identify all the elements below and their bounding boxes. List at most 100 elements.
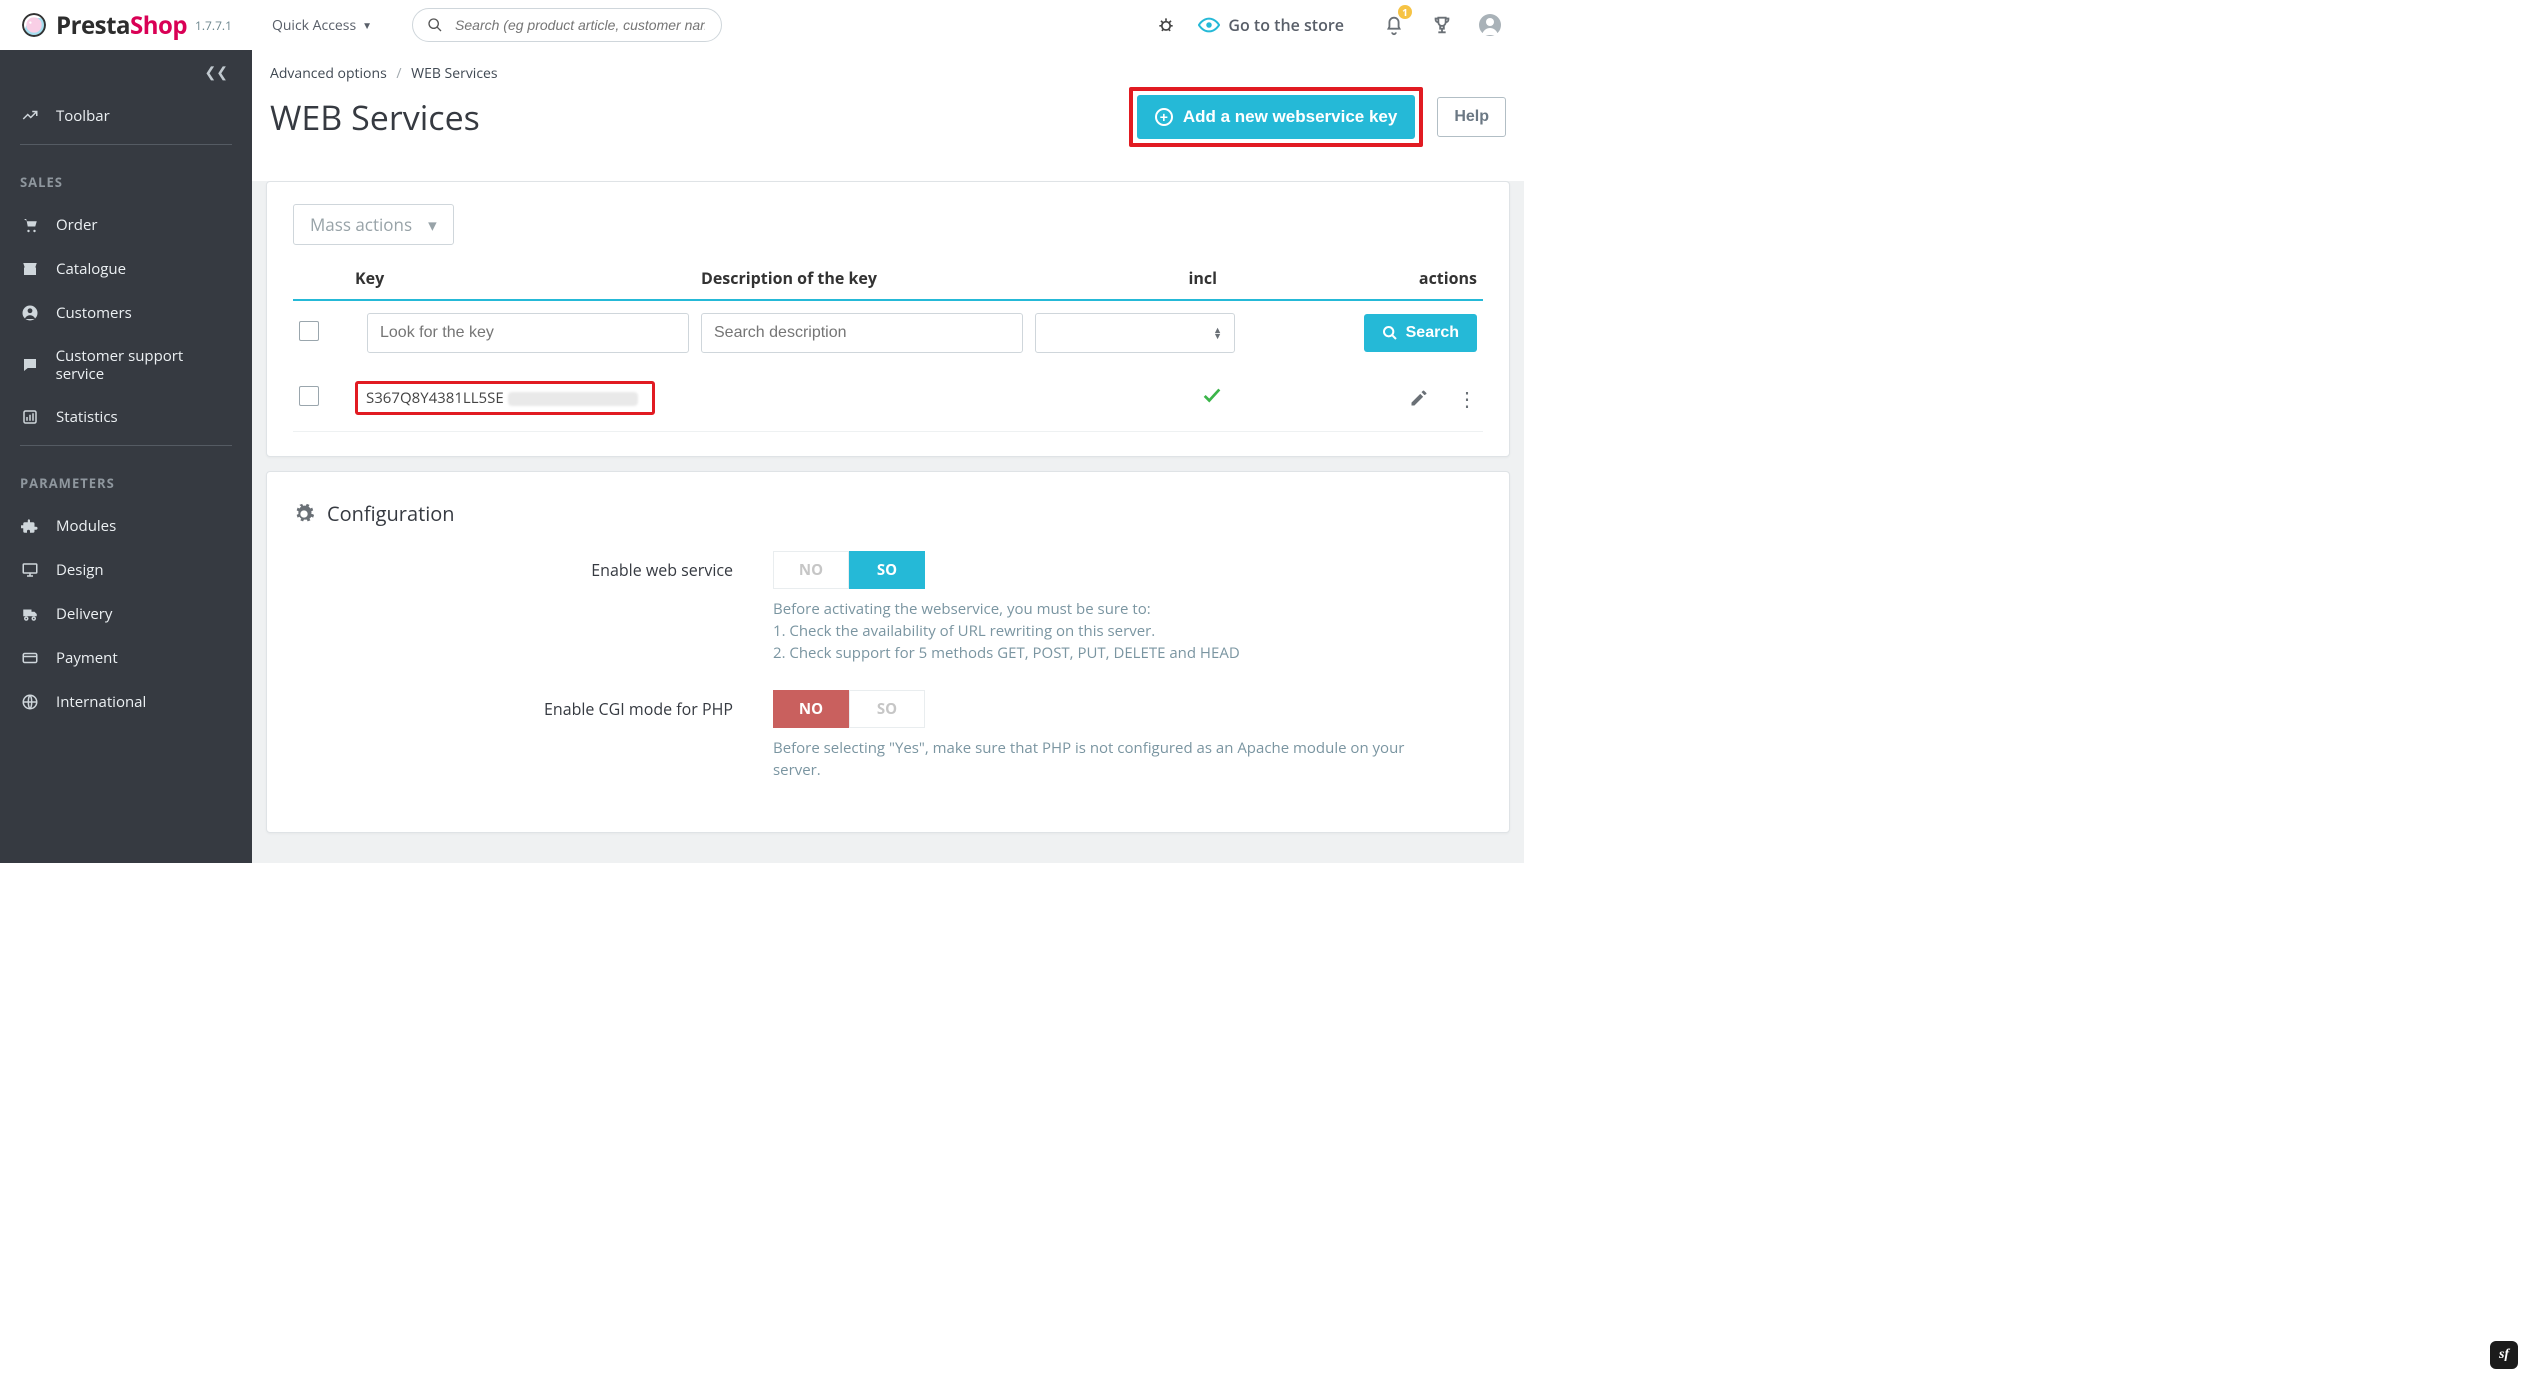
breadcrumb: Advanced options / WEB Services (252, 50, 1524, 83)
go-to-store[interactable]: Go to the store (1198, 14, 1344, 36)
table-filters: ▲▼ Search (293, 301, 1483, 365)
global-search[interactable] (412, 8, 722, 42)
enable-ws-help: Before activating the webservice, you mu… (773, 599, 1413, 664)
sidebar-label: Customers (56, 303, 132, 323)
sidebar-item-international[interactable]: International (0, 680, 252, 724)
row-checkbox[interactable] (299, 386, 319, 406)
search-button-label: Search (1406, 324, 1459, 342)
enable-cgi-label: Enable CGI mode for PHP (293, 690, 733, 720)
enable-ws-toggle[interactable]: NO SO (773, 551, 925, 589)
trophy-icon[interactable] (1426, 9, 1458, 41)
gear-icon (293, 503, 315, 525)
mass-actions-dropdown[interactable]: Mass actions ▾ (293, 204, 454, 245)
eye-icon (1198, 14, 1220, 36)
brand-bird-icon (22, 13, 46, 37)
table-header: Key Description of the key incl actions (293, 245, 1483, 301)
sidebar-label: Order (56, 215, 98, 235)
user-icon (20, 304, 40, 322)
toggle-no[interactable]: NO (773, 690, 849, 728)
divider (20, 445, 232, 446)
sidebar-label: Toolbar (56, 106, 110, 126)
key-redacted (508, 392, 638, 406)
table-row[interactable]: S367Q8Y4381LL5SE ⋮ (293, 365, 1483, 432)
sidebar-label: Design (56, 560, 104, 580)
sidebar-item-toolbar[interactable]: Toolbar (0, 94, 252, 138)
brand-version: 1.7.7.1 (195, 17, 232, 34)
filter-incl-select[interactable]: ▲▼ (1035, 313, 1235, 353)
breadcrumb-item[interactable]: Advanced options (270, 64, 387, 83)
add-webservice-key-button[interactable]: + Add a new webservice key (1137, 95, 1416, 139)
chevron-double-left-icon: ❮❮ (205, 63, 228, 82)
quick-access-menu[interactable]: Quick Access ▼ (272, 16, 372, 35)
col-key[interactable]: Key (355, 267, 701, 289)
more-icon[interactable]: ⋮ (1457, 385, 1477, 412)
search-button[interactable]: Search (1364, 314, 1477, 352)
chevron-down-icon: ▼ (362, 18, 372, 32)
sidebar-item-support[interactable]: Customer support service (0, 335, 252, 395)
sort-caret-icon: ▲▼ (1213, 327, 1222, 339)
page-header: WEB Services + Add a new webservice key … (252, 83, 1524, 167)
sidebar-section-sales: SALES (0, 151, 252, 203)
topbar: PrestaShop 1.7.7.1 Quick Access ▼ Go to … (0, 0, 1524, 50)
sidebar-label: Catalogue (56, 259, 126, 279)
trending-up-icon (20, 107, 40, 125)
page-title: WEB Services (270, 94, 480, 140)
help-line: Before activating the webservice, you mu… (773, 599, 1413, 621)
edit-icon[interactable] (1409, 388, 1429, 408)
sidebar-label: International (56, 692, 146, 712)
sidebar-label: Customer support service (56, 347, 232, 383)
help-button[interactable]: Help (1437, 97, 1506, 137)
credit-card-icon (20, 649, 40, 667)
chat-icon (20, 356, 40, 374)
sidebar-item-statistics[interactable]: Statistics (0, 395, 252, 439)
configuration-panel: Configuration Enable web service NO SO B… (266, 471, 1510, 833)
filter-desc-input[interactable] (701, 313, 1023, 353)
select-all-checkbox[interactable] (299, 321, 319, 341)
brand-shop: Shop (130, 9, 187, 42)
search-icon (427, 17, 443, 33)
divider (20, 144, 232, 145)
sidebar-item-design[interactable]: Design (0, 548, 252, 592)
account-avatar[interactable] (1474, 9, 1506, 41)
sidebar-collapse[interactable]: ❮❮ (0, 50, 252, 94)
sidebar-item-delivery[interactable]: Delivery (0, 592, 252, 636)
toggle-no[interactable]: NO (773, 551, 849, 589)
search-icon (1382, 325, 1398, 341)
puzzle-icon (20, 517, 40, 535)
sidebar-item-customers[interactable]: Customers (0, 291, 252, 335)
sidebar: ❮❮ Toolbar SALES Order Catalogue Custome… (0, 50, 252, 863)
go-to-store-label: Go to the store (1228, 14, 1344, 36)
sidebar-section-parameters: PARAMETERS (0, 452, 252, 504)
brand-logo[interactable]: PrestaShop (22, 9, 187, 42)
sidebar-item-modules[interactable]: Modules (0, 504, 252, 548)
toggle-so[interactable]: SO (849, 690, 925, 728)
breadcrumb-item[interactable]: WEB Services (411, 64, 497, 83)
notifications-bell[interactable]: 1 (1378, 9, 1410, 41)
sidebar-label: Payment (56, 648, 118, 668)
key-value: S367Q8Y4381LL5SE (366, 388, 504, 408)
sidebar-item-payment[interactable]: Payment (0, 636, 252, 680)
globe-icon (20, 693, 40, 711)
global-search-input[interactable] (453, 16, 707, 34)
col-desc[interactable]: Description of the key (701, 267, 1047, 289)
highlight-add-key: + Add a new webservice key (1129, 87, 1424, 147)
configuration-title: Configuration (327, 500, 455, 527)
quick-access-label: Quick Access (272, 16, 356, 35)
main: Advanced options / WEB Services WEB Serv… (252, 50, 1524, 863)
col-incl[interactable]: incl (1047, 267, 1247, 289)
help-line: 2. Check support for 5 methods GET, POST… (773, 643, 1413, 665)
chevron-down-icon: ▾ (428, 213, 437, 236)
bar-chart-icon (20, 408, 40, 426)
store-icon (20, 260, 40, 278)
debug-icon[interactable] (1150, 9, 1182, 41)
sidebar-item-catalogue[interactable]: Catalogue (0, 247, 252, 291)
filter-key-input[interactable] (367, 313, 689, 353)
breadcrumb-sep: / (390, 64, 407, 83)
add-key-label: Add a new webservice key (1183, 107, 1398, 127)
plus-circle-icon: + (1155, 108, 1173, 126)
symfony-badge-icon[interactable]: sf (2490, 1341, 2518, 1369)
enable-cgi-toggle[interactable]: NO SO (773, 690, 925, 728)
toggle-so[interactable]: SO (849, 551, 925, 589)
sidebar-item-order[interactable]: Order (0, 203, 252, 247)
row-enable-webservice: Enable web service NO SO Before activati… (293, 551, 1483, 664)
